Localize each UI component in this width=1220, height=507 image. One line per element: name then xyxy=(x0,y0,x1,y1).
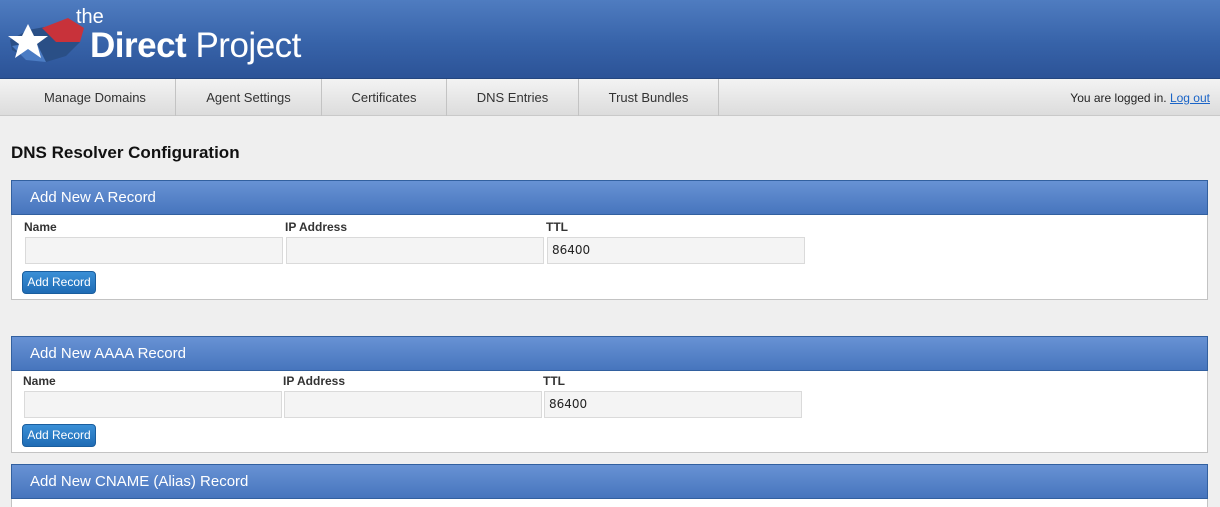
cname-record-panel: Add New CNAME (Alias) Record xyxy=(11,464,1208,507)
a-ip-label: IP Address xyxy=(285,220,348,234)
logo-direct-text: Direct xyxy=(90,26,187,65)
aaaa-name-input[interactable] xyxy=(24,391,282,418)
a-name-input[interactable] xyxy=(25,237,283,264)
nav-item-manage-domains[interactable]: Manage Domains xyxy=(15,79,176,116)
login-status-text: You are logged in. xyxy=(1070,91,1167,105)
logout-link[interactable]: Log out xyxy=(1170,91,1210,105)
a-ip-input[interactable] xyxy=(286,237,544,264)
aaaa-ttl-label: TTL xyxy=(543,374,565,388)
a-record-panel: Add New A Record Name IP Address TTL 864… xyxy=(11,180,1208,300)
aaaa-record-heading: Add New AAAA Record xyxy=(11,336,1208,371)
login-status: You are logged in. Log out xyxy=(1070,79,1210,117)
cname-record-heading: Add New CNAME (Alias) Record xyxy=(11,464,1208,499)
aaaa-add-record-button[interactable]: Add Record xyxy=(22,424,96,447)
a-add-record-button[interactable]: Add Record xyxy=(22,271,96,294)
page-title: DNS Resolver Configuration xyxy=(11,143,240,162)
aaaa-record-panel: Add New AAAA Record Name IP Address TTL … xyxy=(11,336,1208,453)
aaaa-ttl-input[interactable]: 86400 xyxy=(544,391,802,418)
aaaa-ip-label: IP Address xyxy=(283,374,346,388)
a-record-heading: Add New A Record xyxy=(11,180,1208,215)
logo-project-text: Project xyxy=(195,26,301,65)
aaaa-ip-input[interactable] xyxy=(284,391,542,418)
nav-item-trust-bundles[interactable]: Trust Bundles xyxy=(579,79,719,116)
a-name-label: Name xyxy=(24,220,57,234)
logo-title[interactable]: Direct Project xyxy=(90,26,301,66)
nav-item-agent-settings[interactable]: Agent Settings xyxy=(176,79,322,116)
a-ttl-input[interactable]: 86400 xyxy=(547,237,805,264)
nav-item-certificates[interactable]: Certificates xyxy=(322,79,447,116)
main-nav: Manage Domains Agent Settings Certificat… xyxy=(0,79,1220,116)
star-logo-icon xyxy=(8,18,84,62)
a-ttl-label: TTL xyxy=(546,220,568,234)
nav-item-dns-entries[interactable]: DNS Entries xyxy=(447,79,579,116)
site-header: the Direct Project xyxy=(0,0,1220,79)
aaaa-name-label: Name xyxy=(23,374,56,388)
